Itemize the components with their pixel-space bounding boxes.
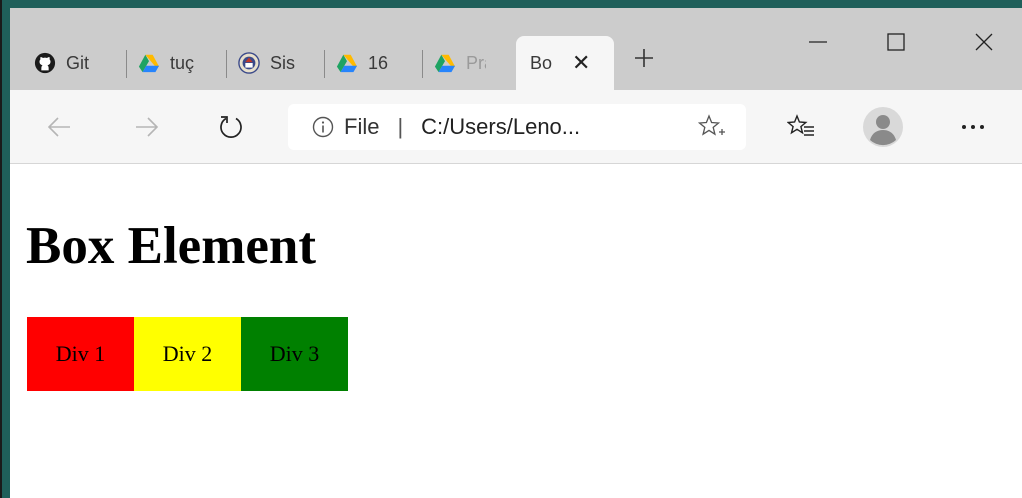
- favorites-list-icon: [787, 114, 814, 136]
- profile-button[interactable]: [862, 106, 904, 148]
- tab-label: Git: [66, 52, 90, 73]
- box-div-2: Div 2: [134, 317, 241, 391]
- github-icon: [34, 52, 56, 74]
- url-text[interactable]: C:/Users/Leno...: [421, 114, 580, 140]
- forward-button[interactable]: [126, 106, 168, 148]
- page-content: Box Element Div 1 Div 2 Div 3: [10, 164, 1022, 498]
- maximize-icon: [887, 33, 905, 51]
- favorites-button[interactable]: [780, 106, 822, 148]
- avatar-icon: [863, 107, 903, 147]
- maximize-button[interactable]: [866, 22, 926, 62]
- refresh-icon: [220, 116, 242, 139]
- info-icon[interactable]: [312, 116, 334, 138]
- page-title: Box Element: [26, 217, 316, 275]
- scheme-label: File: [344, 114, 380, 139]
- tab-label: Bo: [530, 52, 553, 73]
- minimize-icon: [809, 41, 827, 43]
- tab-drive-1[interactable]: tuç: [138, 36, 224, 90]
- forward-arrow-icon: [136, 117, 159, 137]
- tab-drive-3[interactable]: Pra: [434, 36, 516, 90]
- tab-label: 16: [368, 52, 389, 73]
- tab-separator: [422, 50, 423, 78]
- box-div-1: Div 1: [27, 317, 134, 391]
- tab-sis[interactable]: Sis: [238, 36, 324, 90]
- plus-icon: [635, 49, 653, 67]
- tab-strip: Git tuç Sis 16 Pr Bo ✕: [10, 8, 1022, 90]
- tab-separator: [324, 50, 325, 78]
- back-arrow-icon: [47, 117, 70, 137]
- box-div-3: Div 3: [241, 317, 348, 391]
- close-tab-icon[interactable]: ✕: [572, 50, 590, 76]
- tab-label: Pra: [466, 52, 486, 73]
- tab-active[interactable]: Bo ✕: [516, 36, 614, 90]
- close-icon: [975, 33, 993, 51]
- box-row: Div 1 Div 2 Div 3: [27, 317, 348, 391]
- back-button[interactable]: [38, 106, 80, 148]
- google-drive-icon: [336, 54, 358, 73]
- tab-separator: [126, 50, 127, 78]
- desktop-edge: [0, 0, 2, 498]
- tab-label: Sis: [270, 52, 296, 73]
- more-dots-icon: [962, 125, 984, 129]
- new-tab-button[interactable]: [624, 38, 664, 78]
- tab-label: tuç: [170, 52, 195, 73]
- google-drive-icon: [138, 54, 160, 73]
- address-separator: |: [397, 114, 404, 139]
- browser-window: Git tuç Sis 16 Pr Bo ✕ File | C:/Users/L…: [10, 8, 1022, 498]
- add-favorite-icon[interactable]: [698, 114, 726, 140]
- address-bar[interactable]: File | C:/Users/Leno...: [288, 104, 746, 150]
- browser-toolbar: File | C:/Users/Leno...: [10, 90, 1022, 164]
- refresh-button[interactable]: [210, 106, 252, 148]
- university-seal-icon: [238, 52, 260, 74]
- google-drive-icon: [434, 54, 456, 73]
- tab-separator: [226, 50, 227, 78]
- minimize-button[interactable]: [788, 22, 848, 62]
- tab-drive-2[interactable]: 16: [336, 36, 422, 90]
- settings-more-button[interactable]: [952, 106, 994, 148]
- close-window-button[interactable]: [954, 22, 1014, 62]
- tab-github[interactable]: Git: [34, 36, 126, 90]
